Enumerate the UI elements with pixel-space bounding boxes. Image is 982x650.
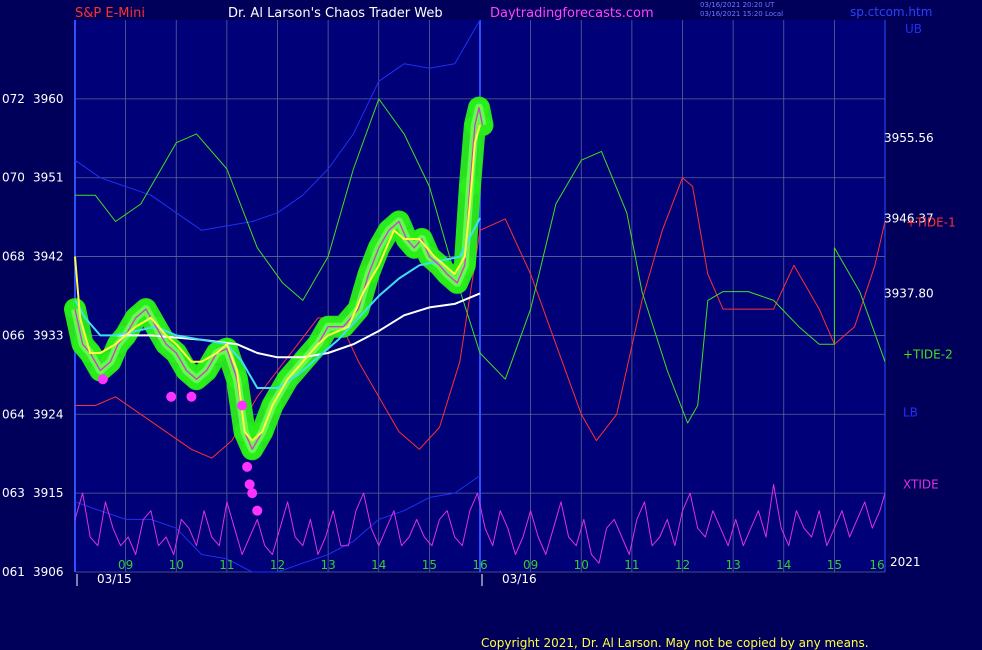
copyright: Copyright 2021, Dr. Al Larson. May not b… [481, 636, 869, 650]
series-label: +TIDE-1 [906, 215, 956, 229]
series-label: UB [905, 22, 922, 36]
y-tick-prefix: 066 [2, 328, 25, 342]
price-marker [247, 488, 258, 499]
y-tick-label: 3933 [33, 328, 64, 342]
series-label: XTIDE [903, 477, 939, 491]
x-tick-label: 16 [472, 558, 487, 572]
price-marker [242, 461, 253, 472]
timestamp-ut: 03/16/2021 20:20 UT [700, 1, 775, 9]
y-tick-label: 3960 [33, 92, 64, 106]
price-marker [186, 391, 197, 402]
y-tick-prefix: 068 [2, 250, 25, 264]
site-title: Dr. Al Larson's Chaos Trader Web [228, 6, 443, 21]
x-tick-label: 09 [523, 558, 538, 572]
y-tick-label: 3906 [33, 565, 64, 579]
symbol-title: S&P E-Mini [75, 6, 145, 21]
year-label: 2021 [890, 555, 921, 569]
y-tick-label: 3951 [33, 171, 64, 185]
date-label: 03/16 [502, 572, 537, 586]
source-label: sp.ctcom.htm [850, 5, 933, 19]
x-tick-label: 14 [371, 558, 386, 572]
x-tick-label: 12 [270, 558, 285, 572]
y-tick-prefix: 063 [2, 486, 25, 500]
y-tick-prefix: 070 [2, 171, 25, 185]
value-label: 3937.80 [884, 286, 934, 300]
y-tick-label: 3915 [33, 486, 64, 500]
y-tick-label: 3924 [33, 407, 64, 421]
y-tick-prefix: 072 [2, 92, 25, 106]
x-tick-label: 13 [725, 558, 740, 572]
x-tick-label: 15 [827, 558, 842, 572]
series-label: +TIDE-2 [903, 348, 953, 362]
x-tick-label: 11 [624, 558, 639, 572]
chart-canvas: 061 3906 063 3915 064 3924 066 3933 068 3942 070 39… [2, 19, 956, 586]
x-tick-label: 10 [574, 558, 589, 572]
value-label: 3955.56 [884, 131, 934, 145]
price-marker [166, 391, 177, 402]
price-marker [244, 479, 255, 490]
x-tick-label: 15 [422, 558, 437, 572]
x-tick-label: 16 [869, 558, 884, 572]
date-label: 03/15 [97, 572, 132, 586]
x-tick-label: 10 [169, 558, 184, 572]
y-tick-prefix: 064 [2, 407, 25, 421]
price-marker [97, 374, 108, 385]
y-tick-label: 3942 [33, 250, 64, 264]
x-tick-label: 09 [118, 558, 133, 572]
series-label: LB [903, 406, 918, 420]
x-tick-label: 13 [320, 558, 335, 572]
x-tick-label: 12 [675, 558, 690, 572]
timestamp-local: 03/16/2021 15:20 Local [700, 10, 784, 18]
price-marker [252, 505, 263, 516]
x-tick-label: 11 [219, 558, 234, 572]
y-tick-prefix: 061 [2, 565, 25, 579]
x-tick-label: 14 [776, 558, 791, 572]
site-url[interactable]: Daytradingforecasts.com [490, 6, 654, 21]
price-marker [237, 400, 248, 411]
